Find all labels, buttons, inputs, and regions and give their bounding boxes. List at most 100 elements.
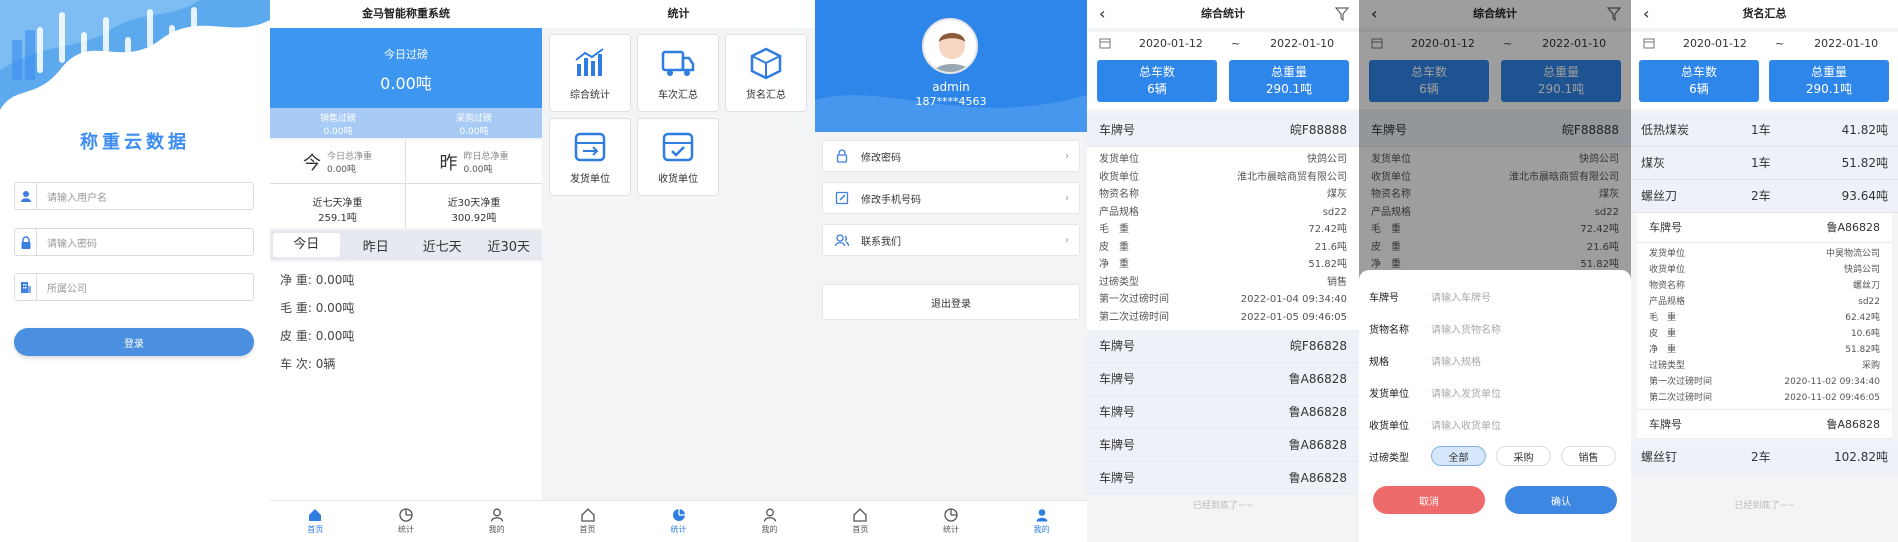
date-end[interactable]: 2022-01-10 <box>1270 37 1334 50</box>
chevron-right-icon: › <box>1065 234 1069 246</box>
date-start[interactable]: 2020-01-12 <box>1683 37 1747 50</box>
detail-row: 净 重 51.82吨 <box>1087 256 1359 274</box>
type-sales-pill[interactable]: 销售 <box>1561 446 1616 466</box>
table-row[interactable]: 车牌号 鲁A86828 <box>1637 409 1892 439</box>
detail-value: 2020-11-02 09:34:40 <box>1784 377 1880 387</box>
plate-value: 鲁A86828 <box>1826 221 1880 234</box>
detail-key: 第二次过磅时间 <box>1099 311 1169 323</box>
tab-label: 首页 <box>307 525 324 534</box>
tab-stats[interactable]: 统计 <box>906 501 997 542</box>
week-net-cell: 近七天净重 259.1吨 <box>270 184 406 228</box>
table-row[interactable]: 车牌号 鲁A86828 <box>1087 462 1359 495</box>
detail-value: 10.6吨 <box>1850 329 1880 339</box>
tab-stats[interactable]: 统计 <box>361 501 452 542</box>
today-net-value: 0.00吨 <box>326 164 357 175</box>
card-receiver[interactable]: 收货单位 <box>637 118 719 196</box>
card-shipper[interactable]: 发货单位 <box>549 118 631 196</box>
detail-row: 收货单位 淮北市晨晗商贸有限公司 <box>1087 169 1359 187</box>
table-row[interactable]: 车牌号 鲁A86828 <box>1637 213 1892 243</box>
detail-row: 皮 重 10.6吨 <box>1637 326 1892 342</box>
tab-home[interactable]: 首页 <box>815 501 906 542</box>
card-trips[interactable]: 车次汇总 <box>637 34 719 112</box>
stat-label: 车 次: <box>280 357 312 371</box>
stat-label: 皮 重: <box>280 329 312 343</box>
password-field[interactable]: 请输入密码 <box>14 228 254 256</box>
login-button[interactable]: 登录 <box>14 328 254 356</box>
type-all-pill[interactable]: 全部 <box>1431 446 1486 466</box>
goods-details: 发货单位 中昊物流公司 收货单位 快鸽公司 物资名称 螺丝刀 产品规格 sd22 毛 重… <box>1637 243 1892 409</box>
logout-button[interactable]: 退出登录 <box>822 284 1080 320</box>
filter-goods-row[interactable]: 货物名称 请输入货物名称 <box>1359 312 1631 344</box>
date-start[interactable]: 2020-01-12 <box>1139 37 1203 50</box>
goods-screen: ‹ 货名汇总 2020-01-12 ~ 2022-01-10 总车数 6辆 总重量… <box>1631 0 1898 542</box>
stat-label: 毛 重: <box>280 301 312 315</box>
table-row[interactable]: 车牌号 皖F88888 <box>1087 114 1359 147</box>
sales-purchase-row: 销售过磅 0.00吨 采购过磅 0.00吨 <box>270 108 542 138</box>
goods-row[interactable]: 螺丝钉 2车 102.82吨 <box>1631 441 1898 474</box>
goods-name: 螺丝钉 <box>1641 450 1678 464</box>
card-goods[interactable]: 货名汇总 <box>725 34 807 112</box>
back-icon[interactable]: ‹ <box>1643 0 1650 28</box>
total-weight-box: 总重量 290.1吨 <box>1229 60 1349 102</box>
tab-home[interactable]: 首页 <box>542 501 633 542</box>
tab-month[interactable]: 近30天 <box>476 236 543 255</box>
tab-yesterday[interactable]: 昨日 <box>343 236 410 255</box>
table-row[interactable]: 车牌号 鲁A86828 <box>1087 429 1359 462</box>
filter-placeholder: 请输入收货单位 <box>1431 420 1501 432</box>
tab-mine[interactable]: 我的 <box>451 501 542 542</box>
filter-sheet: 车牌号 请输入车牌号 货物名称 请输入货物名称 规格 请输入规格 发货单位 请输入发货单… <box>1359 270 1631 542</box>
detail-key: 发货单位 <box>1099 154 1139 165</box>
card-label: 收货单位 <box>658 173 698 185</box>
filter-receiver-row[interactable]: 收货单位 请输入收货单位 <box>1359 408 1631 440</box>
tab-mine[interactable]: 我的 <box>996 501 1087 542</box>
table-row[interactable]: 车牌号 鲁A86828 <box>1087 396 1359 429</box>
tab-mine[interactable]: 我的 <box>724 501 815 542</box>
detail-value: 淮北市晨晗商贸有限公司 <box>1237 171 1347 183</box>
filter-placeholder: 请输入货物名称 <box>1431 324 1501 336</box>
today-value: 0.00吨 <box>380 74 432 93</box>
date-end[interactable]: 2022-01-10 <box>1814 37 1878 50</box>
tab-stats[interactable]: 统计 <box>633 501 724 542</box>
goods-name: 低热煤炭 <box>1641 123 1690 137</box>
menu-label: 修改密码 <box>861 152 901 164</box>
detail-key: 皮 重 <box>1099 241 1129 253</box>
detail-row: 发货单位 快鸽公司 <box>1087 151 1359 169</box>
filter-shipper-row[interactable]: 发货单位 请输入发货单位 <box>1359 376 1631 408</box>
tab-home[interactable]: 首页 <box>270 501 361 542</box>
change-phone-item[interactable]: 修改手机号码 › <box>822 182 1080 214</box>
goods-row[interactable]: 螺丝刀 2车 93.64吨 <box>1631 180 1898 213</box>
record-list: 车牌号 皖F88888 发货单位 快鸽公司 收货单位 淮北市晨晗商贸有限公司 物资名称… <box>1087 114 1359 495</box>
purchase-label: 采购过磅 <box>455 114 492 124</box>
cancel-button[interactable]: 取消 <box>1373 486 1485 514</box>
type-purchase-pill[interactable]: 采购 <box>1496 446 1551 466</box>
confirm-button[interactable]: 确认 <box>1505 486 1617 514</box>
tab-today[interactable]: 今日 <box>273 233 340 257</box>
filter-spec-row[interactable]: 规格 请输入规格 <box>1359 344 1631 376</box>
card-overall[interactable]: 综合统计 <box>549 34 631 112</box>
username-field[interactable]: 请输入用户名 <box>14 182 254 210</box>
purchase-value: 0.00吨 <box>459 127 489 137</box>
detail-key: 第一次过磅时间 <box>1649 377 1713 387</box>
contacts-icon <box>835 234 849 247</box>
contact-us-item[interactable]: 联系我们 › <box>822 224 1080 256</box>
filter-icon[interactable] <box>1335 7 1349 21</box>
change-password-item[interactable]: 修改密码 › <box>822 140 1080 172</box>
menu-label: 联系我们 <box>861 236 901 248</box>
goods-row[interactable]: 煤灰 1车 51.82吨 <box>1631 147 1898 180</box>
company-field[interactable]: 所属公司 <box>14 273 254 301</box>
goods-row[interactable]: 低热煤炭 1车 41.82吨 <box>1631 114 1898 147</box>
pie-icon <box>399 508 413 522</box>
filter-placeholder: 请输入车牌号 <box>1431 292 1491 304</box>
filter-plate-row[interactable]: 车牌号 请输入车牌号 <box>1359 280 1631 312</box>
table-row[interactable]: 车牌号 皖F86828 <box>1087 330 1359 363</box>
total-weight-label: 总重量 <box>1810 65 1847 79</box>
tab-week[interactable]: 近七天 <box>409 236 476 255</box>
date-range: 2020-01-12 ~ 2022-01-10 <box>1087 32 1359 54</box>
total-weight-box: 总重量 290.1吨 <box>1769 60 1889 102</box>
card-label: 综合统计 <box>570 89 610 101</box>
avatar[interactable] <box>922 18 978 74</box>
detail-value: 中昊物流公司 <box>1825 249 1880 259</box>
back-icon[interactable]: ‹ <box>1099 0 1106 28</box>
table-row[interactable]: 车牌号 鲁A86828 <box>1087 363 1359 396</box>
profile-phone: 187****4563 <box>915 95 987 108</box>
